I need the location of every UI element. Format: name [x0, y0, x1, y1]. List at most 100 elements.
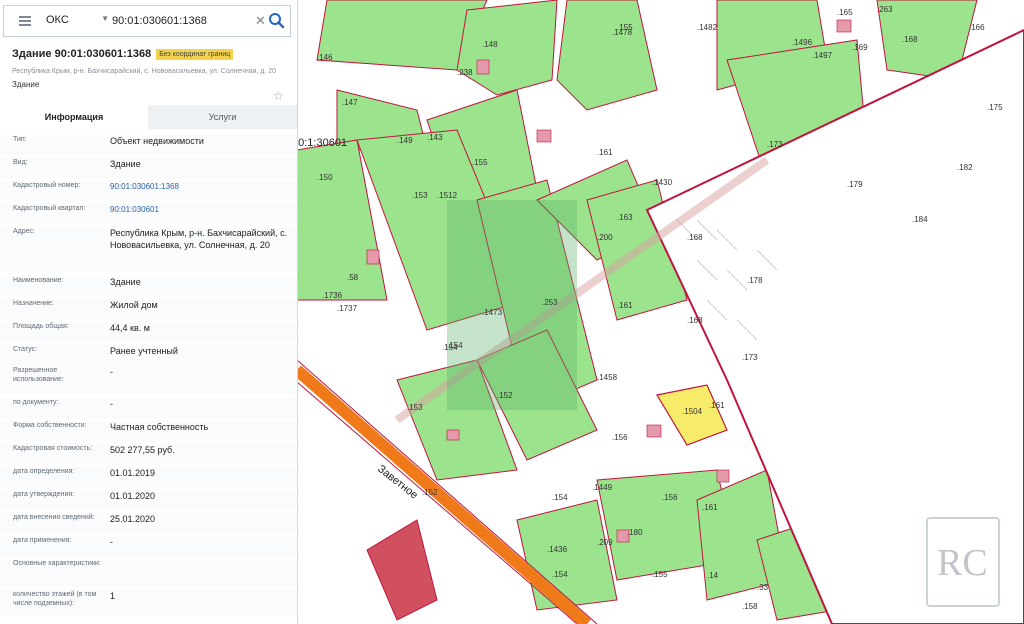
- attribute-row: Статус: Ранее учтенный: [0, 345, 297, 365]
- object-kind: Здание: [12, 80, 40, 89]
- attribute-row: Основные характеристики:: [0, 559, 297, 587]
- attribute-row: дата внесения сведений: 25.01.2020: [0, 513, 297, 533]
- parcel-label: .1473: [482, 308, 503, 317]
- attribute-value: 25.01.2020: [110, 514, 156, 524]
- attribute-row: количество этажей (в том числе подземных…: [0, 590, 297, 615]
- search-button[interactable]: [267, 11, 287, 31]
- attribute-row: Вид: Здание: [0, 158, 297, 178]
- attribute-value: 502 277,55 руб.: [110, 445, 175, 455]
- parcel-label: .153: [407, 403, 423, 412]
- tab-services[interactable]: Услуги: [148, 105, 297, 129]
- parcel-label: .155: [652, 570, 668, 579]
- attribute-label: Назначение:: [13, 300, 54, 307]
- attribute-label: дата применения:: [13, 537, 72, 544]
- parcel-label: .1482: [697, 23, 718, 32]
- parcel-label: .179: [847, 180, 863, 189]
- parcel-label: .1497: [812, 51, 833, 60]
- parcel-label: .182: [957, 163, 973, 172]
- attribute-label: количество этажей (в том числе подземных…: [13, 591, 97, 607]
- attribute-row: Кадастровый номер: 90:01:030601:1368: [0, 181, 297, 201]
- attribute-value: 01.01.2019: [110, 468, 156, 478]
- parcel-label: .1449: [592, 483, 613, 492]
- parcel-label: .253: [542, 298, 558, 307]
- parcel-label: .1478: [612, 28, 633, 37]
- attribute-row: Форма собственности: Частная собственност…: [0, 421, 297, 441]
- quarter-label: 90:1:30601: [297, 137, 347, 149]
- attribute-value: -: [110, 537, 113, 547]
- no-boundary-badge: Без координат границ: [156, 49, 234, 60]
- parcel-label: .184: [912, 215, 928, 224]
- attribute-row: дата определения: 01.01.2019: [0, 467, 297, 487]
- parcel-label: .148: [482, 40, 498, 49]
- attribute-value[interactable]: 90:01:030601: [110, 204, 288, 216]
- parcel-label: .150: [317, 173, 333, 182]
- parcel-label: .33: [757, 583, 769, 592]
- attribute-label: дата определения:: [13, 468, 75, 475]
- attribute-label: Наименование:: [13, 277, 64, 284]
- object-title: Здание 90:01:030601:1368 Без координат гр…: [12, 48, 234, 60]
- search-bar: ОКС ▼ ✕: [3, 5, 291, 37]
- parcel-label: .178: [747, 276, 763, 285]
- attribute-label: Кадастровый квартал:: [13, 205, 86, 212]
- info-panel: ОКС ▼ ✕ Здание 90:01:030601:1368 Без коор…: [0, 0, 298, 624]
- attribute-value[interactable]: 90:01:030601:1368: [110, 181, 288, 193]
- attribute-label: Форма собственности:: [13, 422, 87, 429]
- attribute-value: Республика Крым, р-н. Бахчисарайский, с.…: [110, 228, 288, 250]
- attribute-row: по документу: -: [0, 398, 297, 418]
- parcel-label: .1737: [337, 304, 358, 313]
- attribute-label: по документу:: [13, 399, 59, 406]
- parcel-label: .238: [457, 68, 473, 77]
- search-input[interactable]: [112, 10, 252, 32]
- parcel-label: .180: [627, 528, 643, 537]
- parcel-label: .143: [427, 133, 443, 142]
- attribute-value: Здание: [110, 277, 141, 287]
- parcel-label: .154: [552, 570, 568, 579]
- parcel-label: .152: [497, 391, 513, 400]
- parcel-label: .1736: [322, 291, 343, 300]
- attribute-value: Здание: [110, 159, 141, 169]
- cadastral-map[interactable]: .165 .263 .166 .168 .169 .1496 .1482 .155 .146 .1…: [297, 0, 1024, 624]
- parcel-label: .168: [687, 233, 703, 242]
- attribute-value: 44,4 кв. м: [110, 323, 150, 333]
- parcel-label: .263: [877, 5, 893, 14]
- tabs: Информация Услуги: [0, 105, 297, 129]
- parcel-label: .163: [617, 213, 633, 222]
- attribute-value: 01.01.2020: [110, 491, 156, 501]
- attribute-label: дата утверждения:: [13, 491, 75, 498]
- object-type-label: ОКС: [46, 14, 69, 26]
- parcel-label: .152: [422, 488, 438, 497]
- parcel-label: .168: [902, 35, 918, 44]
- attribute-row: Тип: Объект недвижимости: [0, 135, 297, 155]
- parcel-label: .1504: [682, 407, 703, 416]
- object-type-select[interactable]: ОКС ▼: [37, 6, 109, 36]
- attribute-row: Кадастровая стоимость: 502 277,55 руб.: [0, 444, 297, 464]
- tab-information[interactable]: Информация: [0, 105, 148, 129]
- parcel-label: .156: [662, 493, 678, 502]
- attribute-label: Кадастровый номер:: [13, 182, 81, 189]
- attribute-value: Жилой дом: [110, 300, 158, 310]
- parcel-label: .158: [742, 602, 758, 611]
- parcel-label: .155: [472, 158, 488, 167]
- parcel-label: .200: [597, 233, 613, 242]
- parcel-label: .154: [552, 493, 568, 502]
- parcel-label: .161: [597, 148, 613, 157]
- parcel-label: .169: [852, 43, 868, 52]
- attribute-row: дата утверждения: 01.01.2020: [0, 490, 297, 510]
- parcel-label: .149: [397, 136, 413, 145]
- parcel-label: .1512: [437, 191, 458, 200]
- attribute-label: Разрешенное использование:: [13, 367, 64, 383]
- clear-icon[interactable]: ✕: [255, 13, 266, 29]
- parcel-label: .1496: [792, 38, 813, 47]
- search-icon: [269, 13, 285, 29]
- menu-icon[interactable]: [19, 16, 31, 26]
- parcel-label: .146: [317, 53, 333, 62]
- attribute-label: Адрес:: [13, 228, 35, 235]
- attribute-label: Тип:: [13, 136, 27, 143]
- map-canvas[interactable]: .165 .263 .166 .168 .169 .1496 .1482 .155 .146 .1…: [297, 0, 1024, 624]
- star-icon[interactable]: ☆: [273, 89, 284, 103]
- parcel-label: .175: [987, 103, 1003, 112]
- object-address: Республика Крым, р-н. Бахчисарайский, с.…: [12, 68, 277, 75]
- parcel-label: .168: [687, 316, 703, 325]
- attribute-value: Объект недвижимости: [110, 136, 204, 146]
- attribute-row: Адрес: Республика Крым, р-н. Бахчисарайск…: [0, 227, 297, 272]
